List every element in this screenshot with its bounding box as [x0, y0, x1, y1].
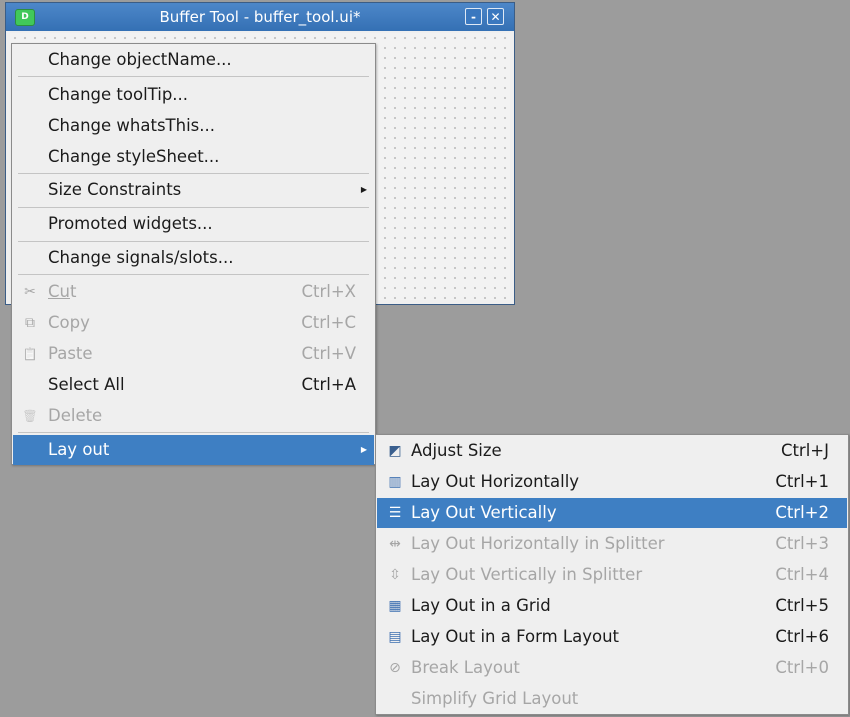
menu-item-promoted-widgets[interactable]: Promoted widgets...: [13, 209, 374, 239]
menu-item-delete[interactable]: 🗑 Delete: [13, 401, 374, 431]
menu-item-shortcut: Ctrl+5: [775, 596, 829, 615]
menu-item-label: Change toolTip...: [48, 85, 189, 104]
menu-item-label: Size Constraints: [48, 180, 182, 199]
menu-item-label: Lay Out Horizontally in Splitter: [411, 534, 665, 553]
menu-item-label: Lay Out in a Grid: [411, 596, 551, 615]
menu-item-label: Delete: [48, 406, 103, 425]
form-layout-icon: ▤: [388, 629, 402, 645]
menu-item-shortcut: Ctrl+6: [775, 627, 829, 646]
copy-icon: ⧉: [25, 315, 35, 331]
menu-item-label: Adjust Size: [411, 441, 502, 460]
menu-item-label: Simplify Grid Layout: [411, 689, 579, 708]
menu-separator: [18, 173, 369, 174]
vertical-layout-icon: ☰: [388, 505, 402, 521]
menu-separator: [18, 241, 369, 242]
menu-item-change-whatsthis[interactable]: Change whatsThis...: [13, 111, 374, 141]
menu-item-label: Lay out: [48, 440, 110, 459]
menu-item-lay-out-form[interactable]: ▤ Lay Out in a Form Layout Ctrl+6: [377, 622, 847, 652]
submenu-arrow-icon: ▶: [360, 185, 367, 194]
trash-icon: 🗑: [22, 409, 38, 423]
clipboard-icon: 📋: [22, 347, 38, 361]
layout-submenu: ◩ Adjust Size Ctrl+J ▥ Lay Out Horizonta…: [375, 434, 849, 715]
menu-item-shortcut: Ctrl+4: [775, 565, 829, 584]
submenu-arrow-icon: ▶: [360, 445, 367, 454]
menu-item-shortcut: Ctrl+1: [775, 472, 829, 491]
menu-item-adjust-size[interactable]: ◩ Adjust Size Ctrl+J: [377, 436, 847, 466]
menu-item-shortcut: Ctrl+V: [301, 344, 356, 363]
menu-item-label: Lay Out in a Form Layout: [411, 627, 620, 646]
menu-item-lay-out-horizontally-splitter[interactable]: ⇹ Lay Out Horizontally in Splitter Ctrl+…: [377, 529, 847, 559]
menu-item-label: Lay Out Horizontally: [411, 472, 580, 491]
menu-item-label: Cut: [48, 282, 77, 301]
menu-item-shortcut: Ctrl+2: [775, 503, 829, 522]
vertical-splitter-icon: ⇳: [389, 567, 401, 583]
menu-item-simplify-grid-layout[interactable]: Simplify Grid Layout: [377, 684, 847, 714]
menu-item-label: Paste: [48, 344, 93, 363]
menu-item-label: Copy: [48, 313, 90, 332]
menu-item-label: Lay Out Vertically: [411, 503, 557, 522]
menu-item-lay-out-horizontally[interactable]: ▥ Lay Out Horizontally Ctrl+1: [377, 467, 847, 497]
menu-item-label: Break Layout: [411, 658, 520, 677]
menu-item-change-objectname[interactable]: Change objectName...: [13, 45, 374, 75]
scissors-icon: ✂: [24, 284, 36, 300]
menu-item-cut[interactable]: ✂ Cut Ctrl+X: [13, 277, 374, 307]
menu-separator: [18, 274, 369, 275]
context-menu: Change objectName... Change toolTip... C…: [11, 43, 376, 465]
menu-separator: [18, 432, 369, 433]
menu-item-paste[interactable]: 📋 Paste Ctrl+V: [13, 339, 374, 369]
menu-item-change-stylesheet[interactable]: Change styleSheet...: [13, 142, 374, 172]
menu-item-lay-out-vertically-splitter[interactable]: ⇳ Lay Out Vertically in Splitter Ctrl+4: [377, 560, 847, 590]
menu-item-label: Change styleSheet...: [48, 147, 220, 166]
menu-item-change-signals-slots[interactable]: Change signals/slots...: [13, 243, 374, 273]
adjust-size-icon: ◩: [388, 443, 402, 459]
menu-item-size-constraints[interactable]: Size Constraints ▶: [13, 175, 374, 205]
menu-item-break-layout[interactable]: ⊘ Break Layout Ctrl+0: [377, 653, 847, 683]
menu-item-lay-out[interactable]: Lay out ▶: [13, 435, 374, 465]
horizontal-layout-icon: ▥: [388, 474, 402, 490]
menu-item-shortcut: Ctrl+C: [301, 313, 356, 332]
menu-item-label: Promoted widgets...: [48, 214, 213, 233]
menu-item-shortcut: Ctrl+A: [301, 375, 356, 394]
menu-item-shortcut: Ctrl+3: [775, 534, 829, 553]
minimize-button[interactable]: -: [465, 8, 482, 25]
menu-separator: [18, 207, 369, 208]
menu-item-label: Change signals/slots...: [48, 248, 234, 267]
menu-item-lay-out-grid[interactable]: ▦ Lay Out in a Grid Ctrl+5: [377, 591, 847, 621]
grid-layout-icon: ▦: [388, 598, 402, 614]
menu-item-label: Lay Out Vertically in Splitter: [411, 565, 643, 584]
menu-item-change-tooltip[interactable]: Change toolTip...: [13, 80, 374, 110]
menu-item-label: Select All: [48, 375, 125, 394]
window-title: Buffer Tool - buffer_tool.ui*: [159, 8, 361, 26]
menu-item-copy[interactable]: ⧉ Copy Ctrl+C: [13, 308, 374, 338]
horizontal-splitter-icon: ⇹: [389, 536, 401, 552]
menu-item-label: Change objectName...: [48, 50, 232, 69]
break-layout-icon: ⊘: [389, 660, 401, 676]
menu-item-select-all[interactable]: Select All Ctrl+A: [13, 370, 374, 400]
menu-item-shortcut: Ctrl+X: [301, 282, 357, 301]
menu-item-shortcut: Ctrl+0: [775, 658, 829, 677]
title-bar[interactable]: D Buffer Tool - buffer_tool.ui* - ✕: [6, 3, 514, 31]
menu-separator: [18, 76, 369, 77]
menu-item-label: Change whatsThis...: [48, 116, 215, 135]
menu-item-lay-out-vertically[interactable]: ☰ Lay Out Vertically Ctrl+2: [377, 498, 847, 528]
menu-item-shortcut: Ctrl+J: [780, 441, 829, 460]
close-button[interactable]: ✕: [487, 8, 504, 25]
